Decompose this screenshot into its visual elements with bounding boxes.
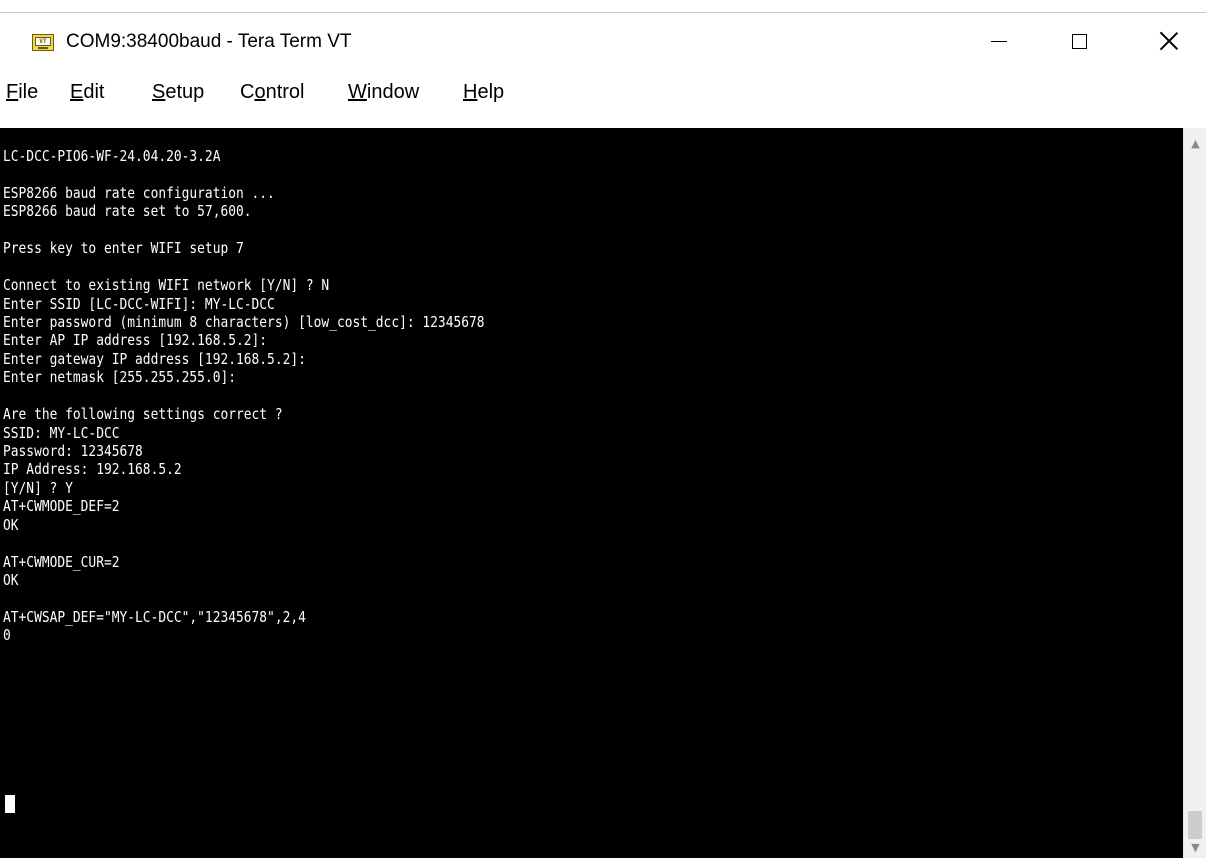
close-icon [1160,32,1178,50]
terminal-line: Password: 12345678 [3,442,143,460]
scroll-down-button[interactable]: ▼ [1184,836,1206,858]
app-icon-base [38,47,48,49]
terminal-line: Enter AP IP address [192.168.5.2]: [3,331,268,350]
terminal-line: ESP8266 baud rate configuration ... [3,183,275,202]
menu-file-mnemonic: F [6,81,19,103]
minimize-button[interactable] [968,19,1030,63]
menu-file-label: ile [18,81,39,103]
menu-control-prefix: C [240,81,255,103]
menu-control-label: ntrol [265,81,305,103]
menu-edit[interactable]: Edit [70,81,104,104]
close-button[interactable] [1138,19,1200,63]
terminal-line: Enter SSID [LC-DCC-WIFI]: MY-LC-DCC [3,294,275,313]
title-bar[interactable]: VT COM9:38400baud - Tera Term VT [0,13,1206,69]
text-cursor [5,795,15,813]
scroll-up-button[interactable]: ▲ [1184,132,1206,154]
menu-help[interactable]: Help [463,81,504,104]
app-icon-label: VT [35,37,51,46]
terminal-line: Press key to enter WIFI setup 7 [3,239,244,258]
menu-edit-mnemonic: E [70,81,84,103]
menu-window-label: indow [366,81,420,103]
menu-help-label: elp [477,81,505,103]
menu-setup[interactable]: Setup [152,81,204,104]
menu-setup-label: etup [165,81,205,103]
menu-bar: File Edit Setup Control Window Help [0,73,1206,117]
vertical-scrollbar[interactable]: ▲ ▼ [1183,128,1206,858]
tera-term-window: VT COM9:38400baud - Tera Term VT File Ed… [0,12,1206,858]
chevron-down-icon: ▼ [1191,840,1200,854]
menu-control-mnemonic: o [254,81,266,103]
tera-term-app-icon[interactable]: VT [32,34,54,51]
terminal-line: ESP8266 baud rate set to 57,600. [3,202,252,221]
maximize-button[interactable] [1048,19,1110,63]
terminal-line: Enter netmask [255.255.255.0]: [3,368,237,387]
terminal-line: Enter password (minimum 8 characters) [l… [3,312,485,331]
terminal-line: 0 [3,626,11,645]
terminal-line: AT+CWMODE_CUR=2 [3,552,120,571]
terminal-line: Are the following settings correct ? [3,405,283,424]
terminal-line: OK [3,571,19,590]
menu-file[interactable]: File [6,81,38,104]
menu-help-mnemonic: H [463,81,478,103]
terminal-line: [Y/N] ? Y [3,478,73,497]
maximize-icon [1071,33,1087,49]
window-title: COM9:38400baud - Tera Term VT [66,31,352,52]
terminal-line: OK [3,515,19,534]
minimize-icon [991,40,1007,42]
terminal-line: Enter gateway IP address [192.168.5.2]: [3,349,306,368]
scrollbar-thumb[interactable] [1188,811,1202,839]
terminal-line: LC-DCC-PIO6-WF-24.04.20-3.2A [3,147,221,165]
menu-window-mnemonic: W [348,81,367,103]
menu-window[interactable]: Window [348,81,419,104]
menu-edit-label: dit [83,81,105,103]
terminal-line: AT+CWSAP_DEF="MY-LC-DCC","12345678",2,4 [3,607,306,626]
menu-setup-mnemonic: S [152,81,166,103]
terminal-output: LC-DCC-PIO6-WF-24.04.20-3.2A ESP8266 bau… [3,147,485,645]
terminal-line: Connect to existing WIFI network [Y/N] ?… [3,276,330,295]
terminal-screen[interactable]: LC-DCC-PIO6-WF-24.04.20-3.2A ESP8266 bau… [0,128,1183,858]
terminal-line: AT+CWMODE_DEF=2 [3,497,120,516]
terminal-line: SSID: MY-LC-DCC [3,423,120,442]
terminal-line: IP Address: 192.168.5.2 [3,460,182,479]
menu-control[interactable]: Control [240,81,304,104]
chevron-up-icon: ▲ [1191,136,1200,150]
